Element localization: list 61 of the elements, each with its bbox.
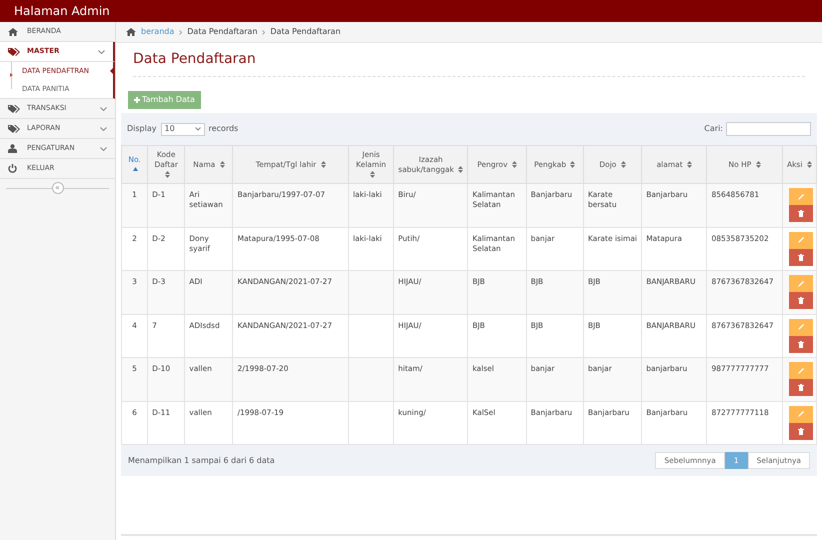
records-select[interactable]: 10 (160, 122, 204, 136)
pencil-icon (798, 237, 804, 243)
breadcrumb-item: Data Pendaftaran (187, 26, 258, 38)
trash-icon (798, 384, 804, 391)
records-label: records (208, 123, 238, 135)
chevron-down-icon (100, 126, 107, 130)
trash-icon (798, 210, 804, 217)
display-label: Display (127, 123, 156, 135)
pencil-icon (798, 324, 804, 330)
sort-icon (458, 166, 464, 173)
table-info: Menampilkan 1 sampai 6 dari 6 data (128, 454, 275, 466)
edit-button[interactable] (788, 275, 813, 292)
trash-icon (798, 340, 804, 348)
chevron-down-icon (100, 106, 107, 110)
tags-icon (8, 104, 20, 112)
delete-button[interactable] (788, 205, 813, 222)
page-title: Data Pendaftaran (133, 50, 257, 69)
sort-icon (220, 160, 225, 168)
sort-icon (512, 160, 517, 168)
chevron-down-icon (98, 50, 105, 54)
trash-icon (798, 428, 804, 434)
sort-icon (756, 160, 761, 168)
sort-icon (687, 160, 692, 168)
sort-ascending-icon (133, 167, 138, 172)
plus-icon (134, 97, 140, 103)
delete-button[interactable] (788, 248, 813, 266)
pencil-icon (798, 368, 804, 374)
chevron-down-icon (100, 146, 107, 150)
power-icon (8, 164, 17, 173)
chevron-down-icon (194, 127, 200, 131)
sort-icon (570, 160, 576, 168)
pencil-icon (798, 411, 804, 417)
edit-button[interactable] (788, 362, 813, 379)
delete-button[interactable] (788, 422, 813, 440)
trash-icon (798, 297, 804, 304)
edit-button[interactable] (788, 232, 813, 248)
chevron-right-icon (179, 30, 182, 34)
user-icon (8, 144, 17, 153)
pencil-icon (798, 194, 804, 200)
home-icon (126, 28, 136, 36)
breadcrumb-item: Data Pendaftaran (270, 26, 341, 38)
sort-icon (806, 160, 812, 168)
tags-icon (8, 124, 20, 132)
delete-button[interactable] (788, 292, 813, 309)
tags-icon (8, 48, 20, 56)
delete-button[interactable] (788, 336, 813, 352)
search-field[interactable] (726, 122, 811, 136)
edit-button[interactable] (788, 318, 813, 336)
app-title: Halaman Admin (14, 3, 110, 20)
chevron-right-icon (262, 30, 266, 34)
sort-icon (164, 170, 170, 178)
home-icon (8, 28, 18, 36)
sort-icon (620, 160, 626, 168)
sort-icon (370, 170, 375, 178)
delete-button[interactable] (788, 379, 813, 396)
trash-icon (798, 254, 804, 260)
edit-button[interactable] (788, 188, 813, 205)
search-label: Cari: (704, 123, 723, 135)
pencil-icon (798, 280, 804, 286)
edit-button[interactable] (788, 406, 813, 422)
sort-icon (320, 160, 326, 168)
